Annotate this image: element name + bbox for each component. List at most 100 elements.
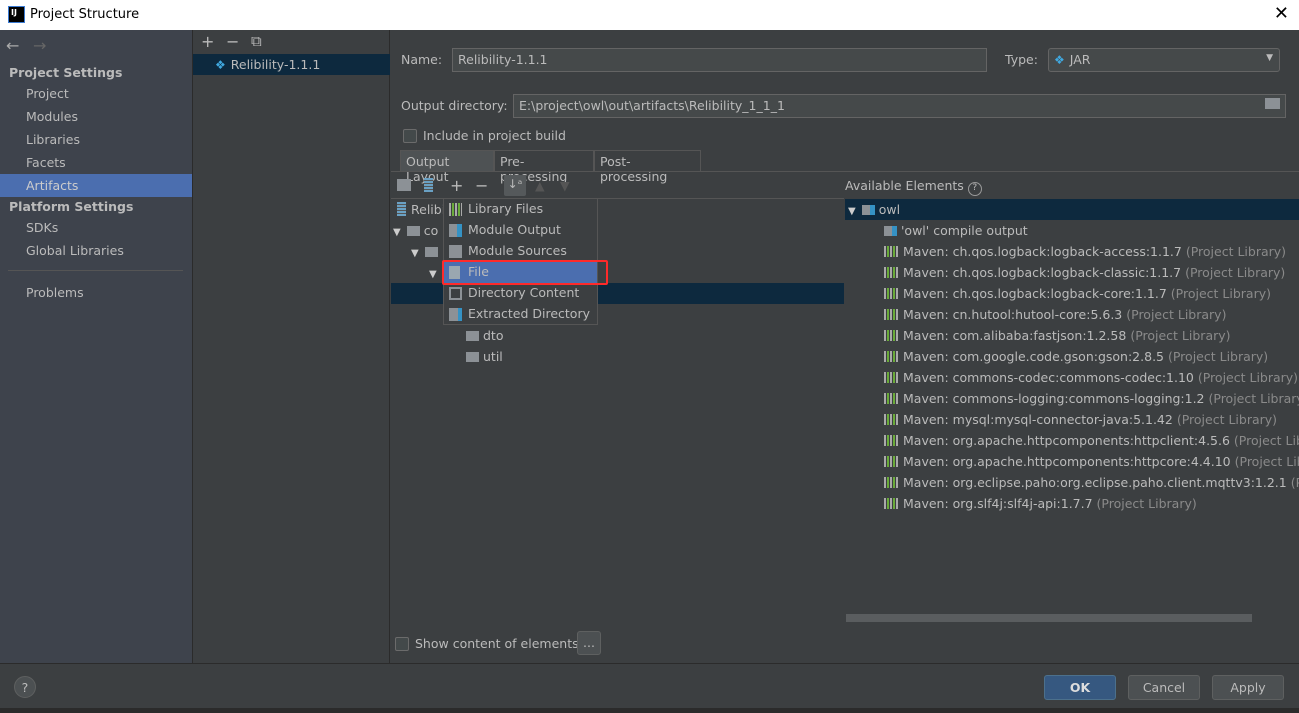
library-scope: (Project Library) xyxy=(1197,370,1299,385)
sidebar-item-global-libraries[interactable]: Global Libraries xyxy=(0,239,192,262)
menu-item-module-sources[interactable]: Module Sources xyxy=(444,241,597,262)
library-label: Maven: org.slf4j:slf4j-api:1.7.7 xyxy=(903,496,1093,511)
directory-content-icon xyxy=(449,287,462,300)
title-bar: IJ Project Structure ✕ xyxy=(0,0,1299,30)
type-value: JAR xyxy=(1069,52,1091,67)
copy-artifact-button[interactable]: ⧉ xyxy=(251,32,262,50)
sidebar-item-facets[interactable]: Facets xyxy=(0,151,192,174)
tree-label: dto xyxy=(483,328,504,343)
remove-icon[interactable]: − xyxy=(475,176,488,195)
archive-icon[interactable] xyxy=(424,178,433,192)
available-library-item[interactable]: Maven: com.google.code.gson:gson:2.8.5 (… xyxy=(884,346,1268,367)
library-label: Maven: commons-logging:commons-logging:1… xyxy=(903,391,1205,406)
folder-icon xyxy=(424,247,438,257)
tab-output-layout[interactable]: Output Layout xyxy=(400,150,494,184)
sidebar-item-problems[interactable]: Problems xyxy=(0,281,192,304)
library-icon xyxy=(884,477,898,488)
tab-pre-processing[interactable]: Pre-processing xyxy=(494,150,594,184)
library-label: Maven: org.apache.httpcomponents:httpcli… xyxy=(903,433,1230,448)
artifact-item[interactable]: ❖ Relibility-1.1.1 xyxy=(193,54,390,75)
module-icon xyxy=(861,205,875,215)
available-library-item[interactable]: Maven: org.slf4j:slf4j-api:1.7.7 (Projec… xyxy=(884,493,1197,514)
remove-artifact-button[interactable]: − xyxy=(226,32,239,51)
cancel-button[interactable]: Cancel xyxy=(1128,675,1200,700)
library-label: Maven: org.eclipse.paho:org.eclipse.paho… xyxy=(903,475,1287,490)
browse-folder-icon[interactable] xyxy=(1265,98,1280,109)
sidebar-item-modules[interactable]: Modules xyxy=(0,105,192,128)
move-up-icon[interactable]: ▲ xyxy=(535,178,545,193)
available-library-item[interactable]: Maven: commons-logging:commons-logging:1… xyxy=(884,388,1299,409)
available-library-item[interactable]: Maven: cn.hutool:hutool-core:5.6.3 (Proj… xyxy=(884,304,1226,325)
sidebar-item-libraries[interactable]: Libraries xyxy=(0,128,192,151)
forward-arrow-icon[interactable]: → xyxy=(33,36,46,55)
horizontal-scrollbar[interactable] xyxy=(846,614,1252,622)
help-icon[interactable]: ? xyxy=(967,182,982,196)
available-library-item[interactable]: Maven: ch.qos.logback:logback-core:1.1.7… xyxy=(884,283,1271,304)
layout-tree-row[interactable]: ▼ co xyxy=(393,220,438,241)
include-in-build-checkbox[interactable]: Include in project build xyxy=(403,128,566,143)
window-title: Project Structure xyxy=(30,7,140,22)
library-scope: (Project Library) xyxy=(1167,349,1269,364)
expand-arrow-icon: ▼ xyxy=(411,248,419,259)
available-root[interactable]: ▼ owl xyxy=(848,199,900,220)
available-compile-output[interactable]: 'owl' compile output xyxy=(884,220,1028,241)
close-button[interactable]: ✕ xyxy=(1274,3,1289,24)
ok-button[interactable]: OK xyxy=(1044,675,1116,700)
move-down-icon[interactable]: ▼ xyxy=(560,178,570,193)
available-library-item[interactable]: Maven: ch.qos.logback:logback-classic:1.… xyxy=(884,262,1285,283)
type-select[interactable]: ❖ JAR ▼ xyxy=(1048,48,1280,72)
type-label: Type: xyxy=(1005,52,1038,67)
add-artifact-button[interactable]: + xyxy=(201,32,214,51)
available-library-item[interactable]: Maven: org.eclipse.paho:org.eclipse.paho… xyxy=(884,472,1299,493)
apply-button[interactable]: Apply xyxy=(1212,675,1284,700)
extracted-directory-icon xyxy=(449,308,462,321)
menu-item-library-files[interactable]: Library Files xyxy=(444,199,597,220)
sidebar: ← → Project Settings Project Modules Lib… xyxy=(0,30,193,663)
tree-label: co xyxy=(423,223,439,238)
available-library-item[interactable]: Maven: ch.qos.logback:logback-access:1.1… xyxy=(884,241,1286,262)
library-label: Maven: ch.qos.logback:logback-classic:1.… xyxy=(903,265,1182,280)
menu-item-directory-content[interactable]: Directory Content xyxy=(444,283,597,304)
layout-tree-row[interactable]: ▼ xyxy=(429,262,443,283)
library-label: Maven: ch.qos.logback:logback-core:1.1.7 xyxy=(903,286,1167,301)
available-library-item[interactable]: Maven: mysql:mysql-connector-java:5.1.42… xyxy=(884,409,1277,430)
create-directory-icon[interactable] xyxy=(397,179,411,191)
sort-alpha-icon[interactable]: ↓ᵃ xyxy=(504,175,526,196)
tree-label: Relibi xyxy=(411,202,446,217)
folder-icon xyxy=(406,226,420,236)
output-directory-input[interactable]: E:\project\owl\out\artifacts\Relibility_… xyxy=(513,94,1286,118)
artifact-list: + − ⧉ ❖ Relibility-1.1.1 xyxy=(193,30,390,663)
available-library-item[interactable]: Maven: commons-codec:commons-codec:1.10 … xyxy=(884,367,1298,388)
name-input[interactable]: Relibility-1.1.1 xyxy=(452,48,987,72)
library-scope: (Project Library) xyxy=(1185,265,1286,280)
library-icon xyxy=(884,288,898,299)
available-library-item[interactable]: Maven: org.apache.httpcomponents:httpcor… xyxy=(884,451,1299,472)
more-options-button[interactable]: ... xyxy=(577,631,601,655)
title-label: Available Elements xyxy=(845,178,964,193)
library-label: Maven: com.google.code.gson:gson:2.8.5 xyxy=(903,349,1164,364)
layout-tree-root[interactable]: Relibi xyxy=(397,199,445,220)
sidebar-item-sdks[interactable]: SDKs xyxy=(0,216,192,239)
library-icon xyxy=(884,351,898,362)
tab-post-processing[interactable]: Post-processing xyxy=(594,150,701,184)
menu-item-extracted-directory[interactable]: Extracted Directory xyxy=(444,304,597,325)
layout-tree-row-dto[interactable]: dto xyxy=(466,325,503,346)
module-output-icon xyxy=(449,224,462,237)
menu-label: Module Output xyxy=(468,222,561,237)
available-library-item[interactable]: Maven: com.alibaba:fastjson:1.2.58 (Proj… xyxy=(884,325,1231,346)
add-copy-of-icon[interactable]: + xyxy=(450,176,463,195)
library-icon xyxy=(884,456,898,467)
available-library-item[interactable]: Maven: org.apache.httpcomponents:httpcli… xyxy=(884,430,1299,451)
sidebar-item-project[interactable]: Project xyxy=(0,82,192,105)
layout-tree-row-util[interactable]: util xyxy=(466,346,503,367)
library-scope: (Project Library) xyxy=(1234,454,1299,469)
show-content-checkbox[interactable]: Show content of elements xyxy=(395,636,579,651)
help-button[interactable]: ? xyxy=(14,676,36,698)
menu-item-module-output[interactable]: Module Output xyxy=(444,220,597,241)
sidebar-item-artifacts[interactable]: Artifacts xyxy=(0,174,192,197)
layout-tree-row[interactable]: ▼ xyxy=(411,241,442,262)
folder-icon xyxy=(466,331,479,341)
back-arrow-icon[interactable]: ← xyxy=(6,36,19,55)
artifact-icon: ❖ xyxy=(215,58,226,72)
available-root-row[interactable] xyxy=(845,199,1299,220)
